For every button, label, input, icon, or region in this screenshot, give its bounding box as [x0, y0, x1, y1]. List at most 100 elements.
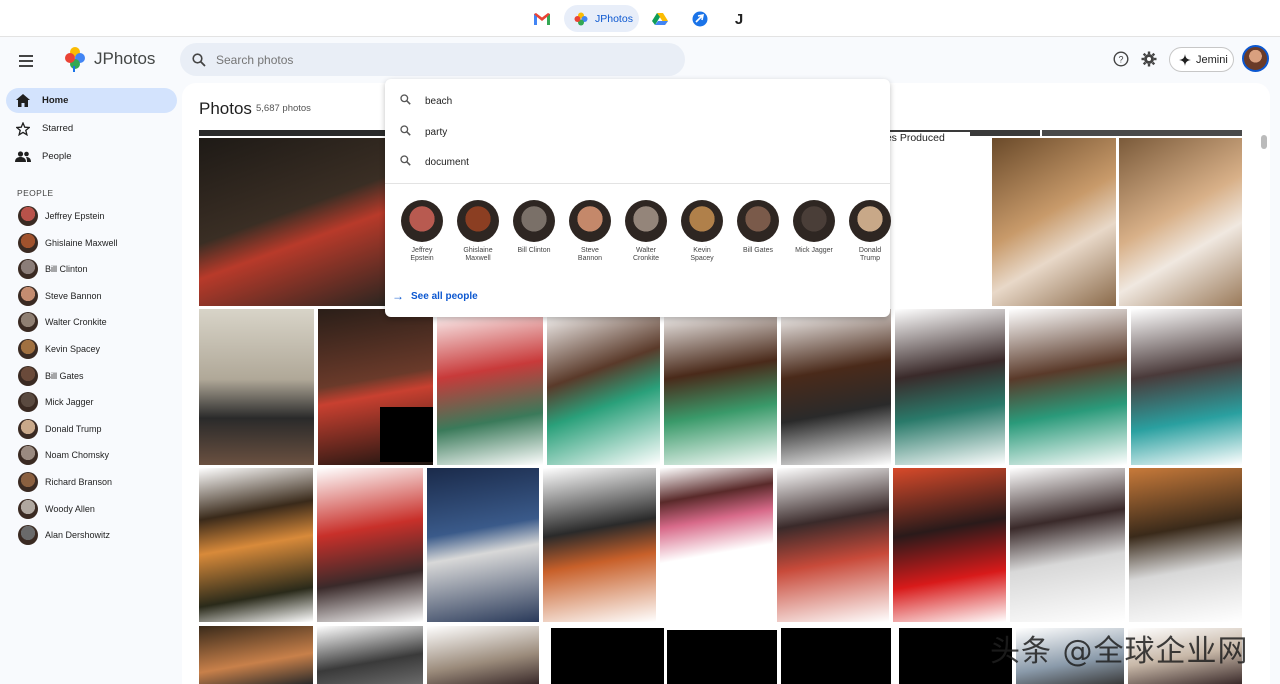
sidebar-item-people[interactable]: People [6, 144, 177, 169]
face-name: Kevin Spacey [680, 247, 724, 263]
photo-tile[interactable] [547, 309, 660, 465]
person-face-chip[interactable]: Ghislaine Maxwell [456, 200, 500, 263]
photo-tile[interactable] [543, 468, 656, 622]
flights-icon[interactable] [686, 5, 714, 33]
photo-tile[interactable] [437, 309, 543, 465]
main-menu-button[interactable] [14, 49, 38, 73]
face-name: Jeffrey Epstein [400, 247, 444, 263]
person-avatar [18, 312, 38, 333]
sidebar-person-item[interactable]: Richard Branson [18, 472, 112, 492]
person-face-chip[interactable]: Kevin Spacey [680, 200, 724, 263]
photo-tile[interactable] [1119, 138, 1242, 306]
photo-tile[interactable] [667, 630, 777, 684]
settings-gear-icon[interactable] [1140, 50, 1158, 68]
gmail-icon[interactable] [528, 5, 556, 33]
photo-tile[interactable] [199, 468, 313, 622]
sidebar-item-home[interactable]: Home [6, 88, 177, 113]
see-all-label: See all people [411, 290, 478, 302]
photo-tile[interactable] [427, 626, 539, 684]
face-name: Ghislaine Maxwell [456, 247, 500, 263]
sidebar-item-starred[interactable]: Starred [6, 116, 177, 141]
photo-tile[interactable] [199, 130, 386, 136]
suggestion-label: document [425, 156, 469, 168]
person-face-chip[interactable]: Bill Gates [736, 200, 780, 255]
photo-tile[interactable] [781, 628, 891, 684]
person-face-chip[interactable]: Steve Bannon [568, 200, 612, 263]
person-face-chip[interactable]: Walter Cronkite [624, 200, 668, 263]
sidebar-person-item[interactable]: Walter Cronkite [18, 312, 107, 333]
sidebar-person-item[interactable]: Mick Jagger [18, 392, 94, 413]
photo-tile[interactable] [992, 138, 1116, 306]
search-suggestions-dropdown: beach party document Jeffrey Epstein Ghisl… [385, 79, 892, 317]
sidebar-person-item[interactable]: Woody Allen [18, 498, 95, 519]
person-name: Mick Jagger [45, 397, 94, 408]
photo-tile[interactable] [1010, 468, 1125, 622]
profile-avatar[interactable] [1242, 45, 1269, 72]
photo-count: 5,687 photos [256, 103, 311, 114]
sidebar-person-item[interactable]: Alan Dershowitz [18, 525, 111, 546]
photo-tile[interactable] [777, 468, 889, 622]
brand-name[interactable]: JPhotos [94, 49, 155, 69]
photo-tile[interactable] [1009, 309, 1127, 465]
photo-tile[interactable] [1129, 468, 1242, 622]
photo-tile[interactable] [660, 468, 773, 622]
photo-tile[interactable] [199, 138, 386, 306]
jphotos-logo-icon[interactable] [64, 46, 86, 72]
drive-icon[interactable] [646, 5, 674, 33]
sidebar-person-item[interactable]: Jeffrey Epstein [18, 206, 104, 226]
face-thumbnail [457, 200, 499, 242]
person-face-chip[interactable]: Jeffrey Epstein [400, 200, 444, 263]
person-name: Woody Allen [45, 503, 95, 514]
photo-tile[interactable] [551, 628, 664, 684]
face-name-line: Walter [636, 247, 656, 254]
search-icon[interactable] [192, 52, 206, 67]
photo-tile[interactable] [317, 626, 423, 684]
person-name: Richard Branson [45, 477, 113, 487]
photo-tile[interactable] [664, 309, 777, 465]
jemini-button[interactable]: Jemini [1169, 47, 1234, 72]
person-face-chip[interactable]: Donald Trump [848, 200, 892, 263]
face-name-line: Bill Gates [743, 247, 773, 254]
photo-tile[interactable] [317, 468, 423, 622]
search-input[interactable] [216, 52, 656, 67]
face-name-line: Mick Jagger [795, 247, 833, 254]
j-app-icon[interactable]: J [725, 5, 753, 33]
photo-tile[interactable] [380, 407, 433, 462]
suggestion-party[interactable]: party [400, 125, 447, 139]
person-avatar [18, 445, 38, 466]
photo-tile[interactable] [893, 468, 1006, 622]
sidebar-person-item[interactable]: Ghislaine Maxwell [18, 232, 118, 253]
see-all-people-link[interactable]: → See all people [392, 289, 478, 303]
suggestion-beach[interactable]: beach [400, 94, 452, 108]
sidebar-person-item[interactable]: Steve Bannon [18, 285, 102, 306]
person-name: Noam Chomsky [45, 450, 110, 461]
star-icon [15, 121, 31, 137]
photo-tile[interactable] [1131, 309, 1242, 465]
sidebar-person-item[interactable]: Bill Gates [18, 365, 84, 386]
face-thumbnail [569, 200, 611, 242]
face-name-line: Kevin [693, 247, 711, 254]
face-name: Walter Cronkite [624, 247, 668, 263]
sidebar-person-item[interactable]: Kevin Spacey [18, 339, 100, 359]
people-icon [15, 149, 31, 165]
jphotos-icon [574, 12, 588, 25]
photo-tile[interactable] [1042, 130, 1242, 136]
svg-text:?: ? [1118, 55, 1123, 65]
suggestion-document[interactable]: document [400, 155, 469, 169]
person-avatar [18, 206, 38, 226]
photo-tile[interactable] [199, 626, 313, 684]
photo-tile[interactable] [781, 309, 891, 465]
sidebar-person-item[interactable]: Bill Clinton [18, 259, 88, 280]
search-bar[interactable] [180, 43, 685, 76]
scrollbar-thumb[interactable] [1261, 135, 1267, 149]
photo-tile[interactable] [895, 309, 1005, 465]
person-face-chip[interactable]: Mick Jagger [792, 200, 836, 255]
photo-tile[interactable] [199, 309, 314, 465]
person-face-chip[interactable]: Bill Clinton [512, 200, 556, 255]
app-jphotos-tab[interactable]: JPhotos [564, 5, 639, 32]
person-name: Alan Dershowitz [45, 530, 111, 541]
sidebar-person-item[interactable]: Donald Trump [18, 418, 102, 439]
help-icon[interactable]: ? [1112, 50, 1130, 68]
photo-tile[interactable] [427, 468, 539, 622]
sidebar-person-item[interactable]: Noam Chomsky [18, 445, 110, 466]
